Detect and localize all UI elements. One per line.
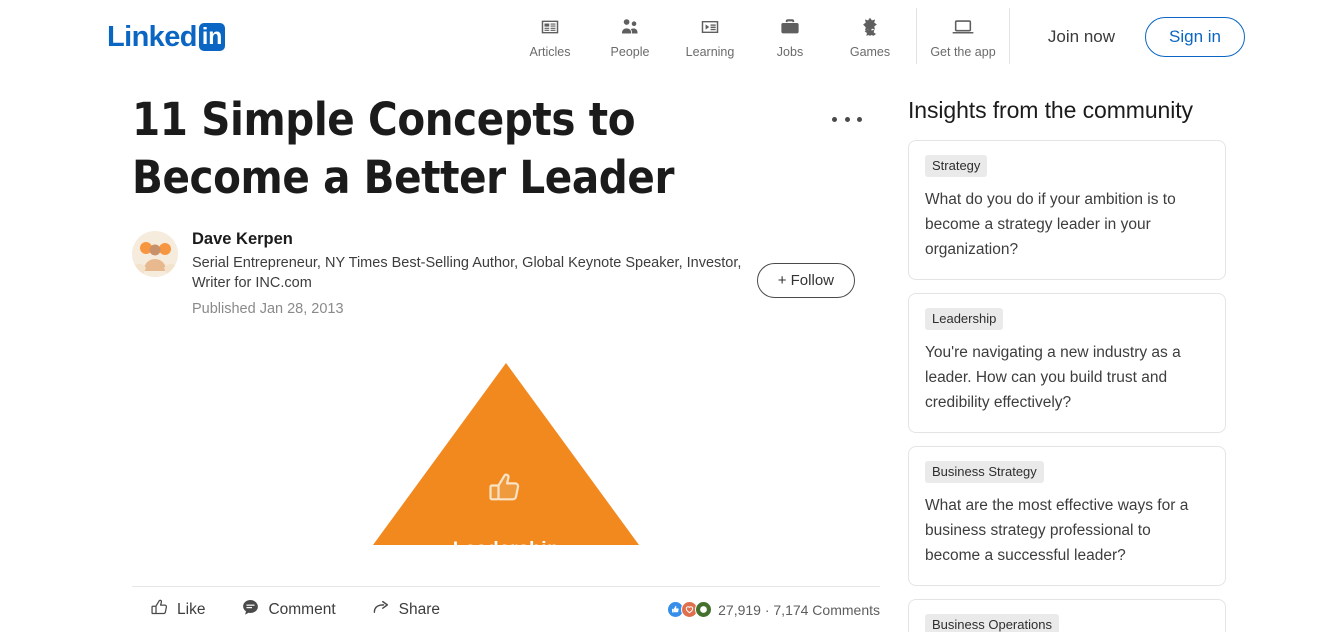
nav-divider-right [1009, 8, 1010, 64]
learning-icon [699, 14, 721, 40]
insight-text: What do you do if your ambition is to be… [925, 191, 1176, 258]
insight-card[interactable]: Strategy What do you do if your ambition… [908, 140, 1226, 280]
insight-text: What are the most effective ways for a b… [925, 497, 1189, 564]
avatar[interactable] [132, 231, 178, 277]
reaction-icons [667, 601, 713, 618]
auth-actions: Join now Sign in [1032, 12, 1245, 62]
author-name[interactable]: Dave Kerpen [192, 229, 752, 249]
comment-icon [241, 598, 260, 622]
join-now-button[interactable]: Join now [1032, 19, 1131, 55]
article-title: 11 Simple Concepts to Become a Better Le… [132, 93, 675, 204]
author-meta: Dave Kerpen Serial Entrepreneur, NY Time… [192, 229, 752, 319]
laptop-icon [951, 14, 975, 40]
logo-in-badge: in [198, 23, 226, 51]
nav-label-get-the-app: Get the app [930, 45, 996, 59]
nav-divider-left [916, 8, 917, 64]
nav-label-articles: Articles [529, 45, 571, 59]
insight-card[interactable]: Business Strategy What are the most effe… [908, 446, 1226, 586]
article-column: 11 Simple Concepts to Become a Better Le… [132, 73, 880, 593]
article-hero-image: Leadership [132, 363, 880, 593]
like-label: Like [177, 600, 206, 618]
insight-tag: Strategy [925, 155, 988, 177]
insight-tag: Business Operations [925, 614, 1059, 632]
nav-label-jobs: Jobs [776, 45, 804, 59]
article-action-bar: Like Comment Share 27,919 · 7,174 Commen… [132, 586, 880, 632]
insight-card[interactable]: Leadership You're navigating a new indus… [908, 293, 1226, 433]
nav-item-get-the-app[interactable]: Get the app [923, 8, 1003, 59]
articles-icon [539, 14, 561, 40]
games-icon [859, 14, 881, 40]
insightful-reaction-icon [695, 601, 713, 618]
insights-sidebar: Insights from the community Strategy Wha… [908, 73, 1226, 632]
nav-item-games[interactable]: Games [830, 8, 910, 59]
more-options-icon[interactable] [832, 107, 862, 131]
orange-triangle-graphic [373, 363, 639, 545]
logo-wordmark: Linked [107, 21, 197, 53]
social-counts: 27,919 · 7,174 Comments [718, 601, 880, 618]
insight-card[interactable]: Business Operations How can you establis… [908, 599, 1226, 632]
share-label: Share [398, 600, 440, 618]
share-button[interactable]: Share [372, 598, 440, 622]
hero-caption: Leadership [452, 539, 560, 560]
sign-in-button[interactable]: Sign in [1145, 17, 1245, 57]
thumbs-up-icon [487, 471, 525, 510]
follow-button[interactable]: + Follow [756, 263, 855, 298]
nav-item-learning[interactable]: Learning [670, 8, 750, 59]
nav-item-articles[interactable]: Articles [510, 8, 590, 59]
page-body: 11 Simple Concepts to Become a Better Le… [0, 73, 1341, 632]
linkedin-logo[interactable]: Linked in [107, 21, 226, 53]
people-icon [619, 14, 641, 40]
nav-label-games: Games [849, 45, 891, 59]
primary-nav: Articles People Learning Jobs Games Get … [510, 8, 1016, 64]
insight-text: You're navigating a new industry as a le… [925, 344, 1181, 411]
nav-item-jobs[interactable]: Jobs [750, 8, 830, 59]
like-button[interactable]: Like [150, 598, 205, 622]
sidebar-title: Insights from the community [908, 97, 1193, 123]
nav-label-people: People [610, 45, 650, 59]
share-arrow-icon [372, 598, 391, 622]
nav-label-learning: Learning [685, 45, 735, 59]
top-nav-bar: Linked in Articles People Learning Jobs … [0, 0, 1341, 73]
author-description: Serial Entrepreneur, NY Times Best-Selli… [192, 255, 742, 291]
thumbs-up-outline-icon [150, 598, 169, 622]
author-block: Dave Kerpen Serial Entrepreneur, NY Time… [132, 229, 880, 319]
title-row: 11 Simple Concepts to Become a Better Le… [132, 91, 880, 207]
published-date: Published Jan 28, 2013 [192, 301, 344, 317]
jobs-icon [779, 14, 801, 40]
insight-tag: Leadership [925, 308, 1004, 330]
comment-label: Comment [268, 600, 336, 618]
social-proof[interactable]: 27,919 · 7,174 Comments [667, 601, 880, 618]
nav-item-people[interactable]: People [590, 8, 670, 59]
insight-tag: Business Strategy [925, 461, 1044, 483]
comment-button[interactable]: Comment [241, 598, 336, 622]
